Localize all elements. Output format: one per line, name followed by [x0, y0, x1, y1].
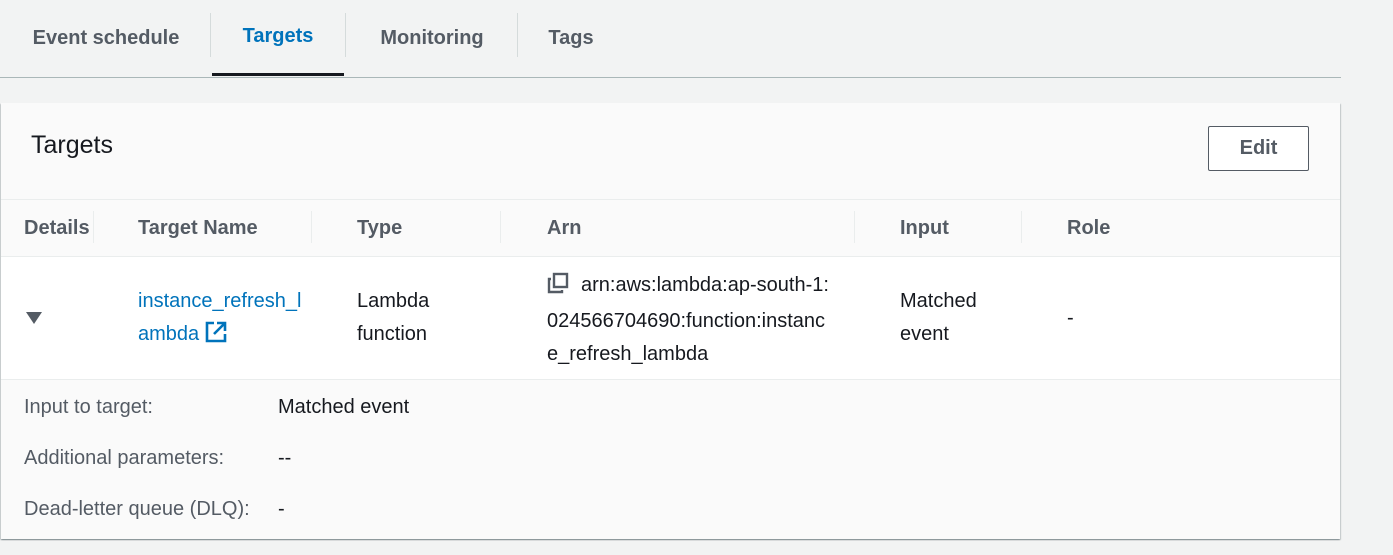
row-details: Input to target: Matched event Additiona… [1, 380, 1340, 539]
edit-button[interactable]: Edit [1208, 126, 1309, 171]
dlq-value: - [278, 498, 285, 520]
column-header-arn[interactable]: Arn [547, 200, 581, 256]
target-name-link-line1[interactable]: instance_refresh_l [138, 285, 301, 318]
column-divider[interactable] [854, 211, 855, 243]
column-header-input[interactable]: Input [900, 200, 949, 256]
tab-tags[interactable]: Tags [520, 0, 622, 76]
column-header-type[interactable]: Type [357, 200, 402, 256]
tab-monitoring[interactable]: Monitoring [352, 0, 512, 76]
caret-down-icon[interactable] [26, 312, 42, 324]
arn-line2: 024566704690:function:instanc [547, 310, 826, 332]
arn-line3: e_refresh_lambda [547, 343, 709, 365]
dlq-label: Dead-letter queue (DLQ): [24, 498, 250, 520]
column-header-details[interactable]: Details [24, 200, 90, 256]
input-to-target-value: Matched event [278, 396, 410, 418]
external-link-icon[interactable] [205, 321, 227, 354]
column-divider[interactable] [93, 211, 94, 243]
role-cell: - [1067, 307, 1074, 329]
table-header: Details Target Name Type Arn Input Role [1, 200, 1340, 257]
input-to-target-label: Input to target: [24, 396, 153, 418]
tab-event-schedule[interactable]: Event schedule [10, 0, 202, 76]
additional-parameters-label: Additional parameters: [24, 447, 225, 469]
arn-line1: arn:aws:lambda:ap-south-1: [581, 274, 829, 296]
target-name-cell: instance_refresh_l ambda [138, 285, 301, 354]
arn-cell: arn:aws:lambda:ap-south-1: 024566704690:… [547, 269, 829, 371]
column-header-target-name[interactable]: Target Name [138, 200, 258, 256]
panel-title: Targets [31, 131, 113, 159]
column-divider[interactable] [500, 211, 501, 243]
table-row: instance_refresh_l ambda Lambda function… [1, 257, 1340, 380]
type-line2: function [357, 323, 428, 345]
type-line1: Lambda [357, 290, 430, 312]
type-cell: Lambda function [357, 285, 429, 351]
copy-icon[interactable] [547, 272, 569, 305]
tab-bar: Event schedule Targets Monitoring Tags [0, 0, 1341, 78]
tab-divider [517, 13, 518, 57]
column-divider[interactable] [1021, 211, 1022, 243]
additional-parameters-value: -- [278, 447, 292, 469]
input-line2: event [900, 323, 949, 345]
column-divider[interactable] [311, 211, 312, 243]
tab-targets[interactable]: Targets [212, 0, 344, 76]
input-cell: Matched event [900, 285, 977, 351]
target-name-link-line2[interactable]: ambda [138, 323, 199, 345]
column-header-role[interactable]: Role [1067, 200, 1110, 256]
panel-header: Targets Edit [1, 103, 1340, 200]
input-line1: Matched [900, 290, 977, 312]
targets-panel: Targets Edit Details Target Name Type Ar… [1, 103, 1340, 539]
tab-divider [210, 13, 211, 57]
tab-divider [345, 13, 346, 57]
